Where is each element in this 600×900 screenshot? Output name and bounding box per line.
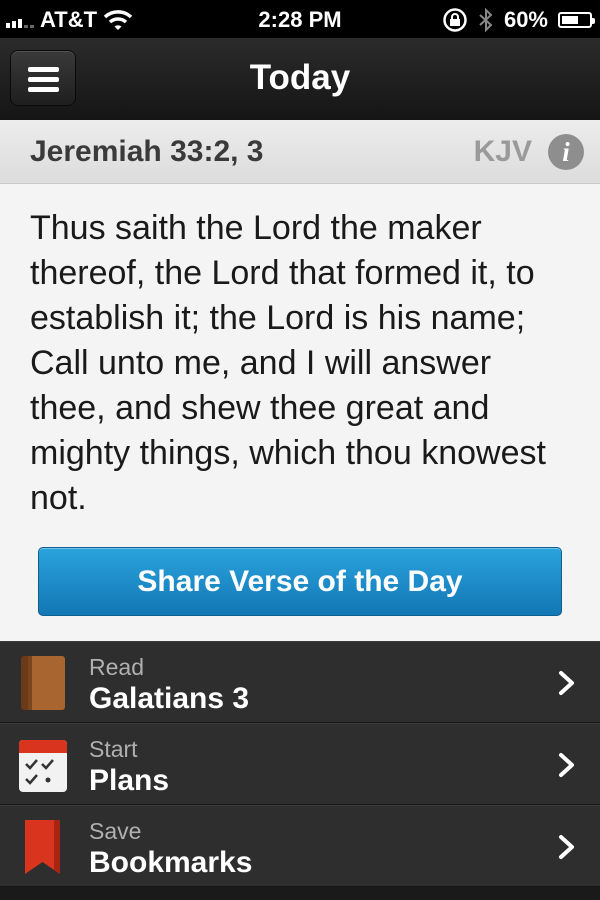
chevron-right-icon	[559, 671, 574, 695]
list-item-title: Plans	[89, 764, 170, 797]
page-title: Today	[249, 58, 351, 97]
bookmark-icon	[25, 820, 60, 874]
list-item-action: Start	[89, 736, 138, 762]
info-icon[interactable]: i	[548, 134, 584, 170]
navigation-bar: Today	[0, 38, 600, 121]
status-right-group: 60%	[442, 7, 595, 33]
battery-icon	[558, 12, 595, 28]
version-label[interactable]: KJV	[474, 135, 532, 169]
verse-text: Thus saith the Lord the maker thereof, t…	[30, 209, 546, 517]
chevron-right-icon	[559, 753, 574, 777]
calendar-checklist-icon	[19, 740, 67, 792]
verse-card: Jeremiah 33:2, 3 KJV i Thus saith the Lo…	[0, 120, 600, 641]
list-item-action: Read	[89, 654, 144, 680]
menu-list: Read Galatians 3 Start Plans Save Bookma…	[0, 641, 600, 887]
share-verse-button[interactable]: Share Verse of the Day	[38, 547, 562, 616]
verse-reference[interactable]: Jeremiah 33:2, 3	[30, 135, 263, 169]
list-item-read[interactable]: Read Galatians 3	[0, 641, 600, 723]
rotation-lock-icon	[443, 8, 467, 32]
list-item-title: Galatians 3	[89, 682, 250, 715]
list-item-bookmarks[interactable]: Save Bookmarks	[0, 805, 600, 887]
list-item-action: Save	[89, 818, 142, 844]
list-item-title: Bookmarks	[89, 846, 253, 879]
chevron-right-icon	[559, 835, 574, 859]
battery-fill	[562, 16, 578, 24]
book-icon	[21, 656, 65, 710]
list-item-plans[interactable]: Start Plans	[0, 723, 600, 805]
status-bar: AT&T 2:28 PM 60%	[0, 0, 600, 38]
verse-header: Jeremiah 33:2, 3 KJV i	[0, 120, 600, 184]
battery-percent: 60%	[503, 7, 548, 32]
bluetooth-icon	[479, 8, 493, 32]
